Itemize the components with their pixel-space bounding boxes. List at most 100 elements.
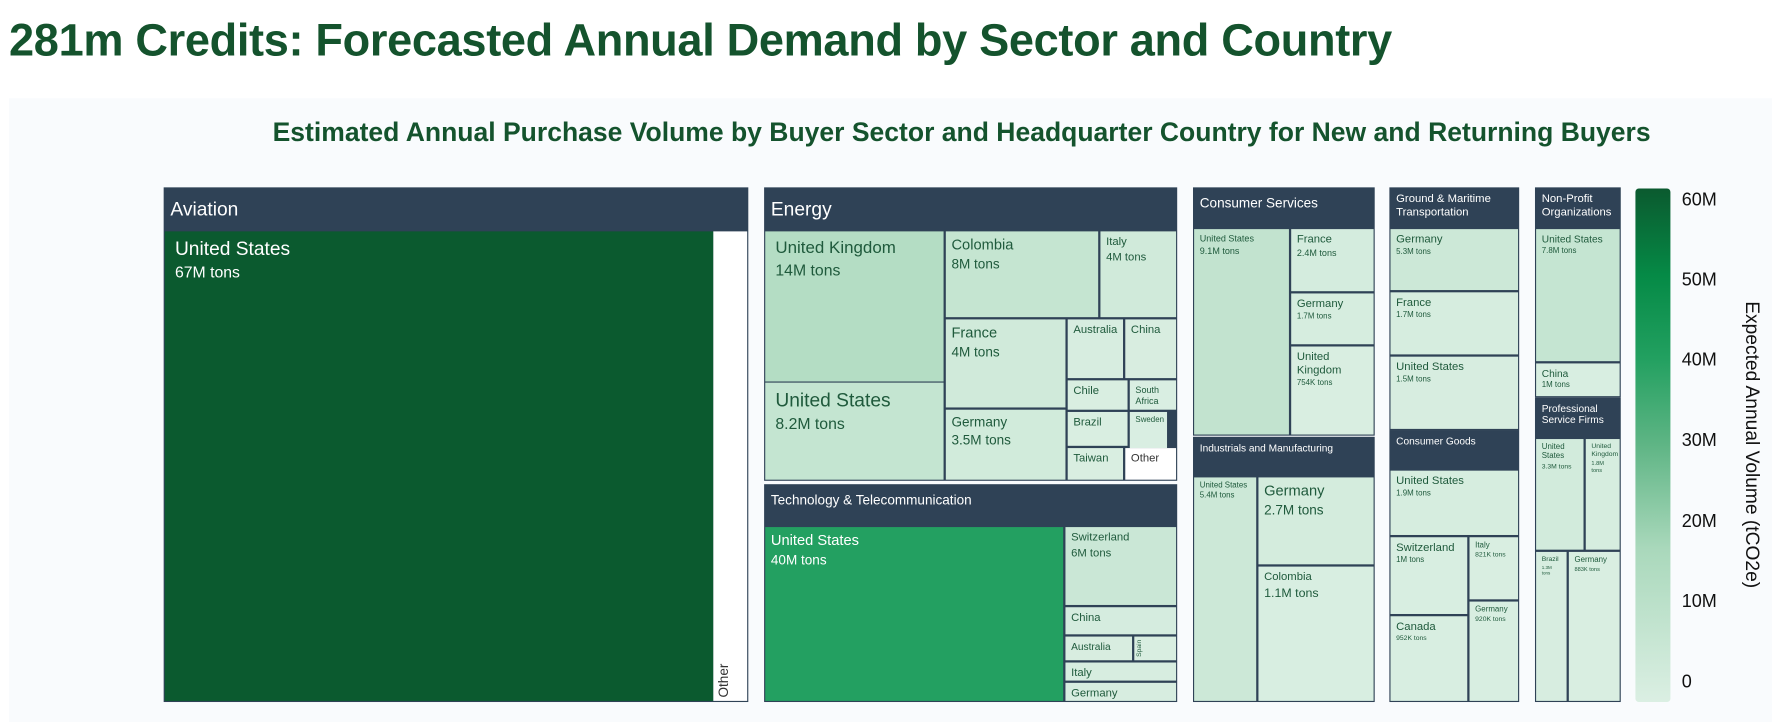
sector-label: Industrials and Manufacturing [1199,442,1334,454]
cell-country: Canada [1396,620,1436,634]
cell-value: 754K tons [1296,379,1333,388]
cell-country: Germany [1296,297,1344,311]
cell-country: Germany [1071,687,1118,700]
cell-united-states[interactable]: United States 1.9M tons [1390,470,1519,535]
cell-value: 1.3M tons [1541,564,1552,576]
cell-other[interactable]: Other [1125,448,1177,480]
cell-value: 2.4M tons [1296,248,1337,259]
cell-germany[interactable]: Germany 3.5M tons [945,409,1066,480]
cell-value: 821K tons [1475,552,1506,560]
sector-label: Consumer Goods [1396,435,1476,447]
cell-value: 3.5M tons [951,432,1011,449]
stage: 281m Credits: Forecasted Annual Demand b… [0,0,1772,722]
cell-germany[interactable]: Germany [1065,682,1177,701]
cell-country: Australia [1071,641,1111,653]
cell-sweden[interactable]: Sweden [1129,411,1168,449]
cell-value: 5.4M tons [1199,492,1235,501]
cell-united-kingdom[interactable]: United Kingdom 754K tons [1291,346,1374,435]
cell-france[interactable]: France 4M tons [945,319,1066,408]
cell-australia[interactable]: Australia [1067,319,1124,379]
cell-switzerland[interactable]: Switzerland 1M tons [1390,537,1468,614]
cell-france[interactable]: France 1.7M tons [1390,292,1519,355]
cell-united-states[interactable]: United States 9.1M tons [1194,229,1289,435]
cell-value: 952K tons [1396,635,1427,643]
cell-united-states[interactable]: United States 1.5M tons [1390,356,1519,429]
cell-country: Germany [1475,606,1508,614]
cell-country: Italy [1475,541,1490,550]
cell-country: Sweden [1135,416,1164,425]
cell-country: Other [1130,452,1160,466]
cell-italy[interactable]: Italy 4M tons [1100,231,1177,318]
cell-country: France [951,323,998,341]
cell-china[interactable]: China [1065,607,1177,635]
cell-colombia[interactable]: Colombia 1.1M tons [1258,566,1374,701]
cell-country: Spain [1136,639,1144,657]
cell-value: 920K tons [1475,616,1506,624]
cell-value: 8M tons [951,255,1000,272]
cell-united-states[interactable]: United States 3.3M tons [1536,439,1584,550]
cell-united-kingdom[interactable]: United Kingdom 14M tons [765,231,944,382]
sector-label: Ground & Maritime Transportation [1396,193,1491,219]
cell-country: Brazil [1073,416,1102,429]
cell-united-states[interactable]: United States 5.4M tons [1194,477,1257,701]
cell-value: 5.3M tons [1396,248,1431,257]
cell-country: Italy [1106,235,1127,249]
cell-value: 3.3M tons [1541,463,1572,471]
cell-france[interactable]: France 2.4M tons [1291,229,1374,292]
cell-italy[interactable]: Italy [1065,662,1177,681]
cell-germany[interactable]: Germany 920K tons [1469,601,1519,701]
cell-country: United States [770,531,859,549]
sector-label: Professional Service Firms [1541,402,1604,426]
cell-australia[interactable]: Australia [1065,636,1133,661]
cell-south-africa[interactable]: South Africa [1129,380,1177,410]
cell-united-states[interactable]: United States 7.8M tons [1536,229,1620,362]
cell-other[interactable]: Other [713,231,748,701]
cell-value: 14M tons [775,260,841,279]
cell-spain[interactable]: Spain [1134,636,1177,661]
cell-taiwan[interactable]: Taiwan [1067,448,1124,480]
cell-value: 9.1M tons [1199,245,1240,256]
chart-title: Estimated Annual Purchase Volume by Buye… [272,117,1651,147]
sector-label: Non-Profit Organizations [1541,193,1612,219]
cell-colombia[interactable]: Colombia 8M tons [945,231,1099,318]
cell-china[interactable]: China 1M tons [1536,363,1620,397]
cell-country: Taiwan [1073,452,1109,466]
cell-country: United Kingdom [775,238,896,258]
cell-united-states[interactable]: United States 8.2M tons [765,382,944,480]
cell-value: 67M tons [174,263,240,282]
cell-country: Italy [1071,667,1092,680]
cell-value: 6M tons [1071,547,1112,560]
cell-value: 1.7M tons [1296,312,1332,321]
cell-united-states[interactable]: United States 67M tons [164,231,714,701]
cell-united-kingdom[interactable]: United Kingdom 1.8M tons [1585,439,1620,550]
cell-value: 4M tons [1106,251,1147,265]
sector-label: Aviation [170,198,239,221]
cell-country: United States [1541,443,1565,461]
cell-germany[interactable]: Germany 5.3M tons [1390,229,1519,291]
cell-country: Chile [1073,384,1100,398]
sector-label: Energy [770,198,832,221]
cell-germany[interactable]: Germany 883K tons [1568,551,1620,701]
cell-value: 1.1M tons [1264,586,1319,601]
cell-country: China [1071,611,1101,625]
cell-italy[interactable]: Italy 821K tons [1469,537,1519,600]
cell-country: United States [1199,481,1248,490]
cell-germany[interactable]: Germany 1.7M tons [1291,293,1374,345]
cell-country: Switzerland [1396,541,1455,555]
cell-brazil[interactable]: Brazil [1067,411,1128,446]
cell-chile[interactable]: Chile [1067,380,1128,410]
cell-country: Other [715,663,732,698]
cell-united-states[interactable]: United States 40M tons [765,527,1064,701]
cell-country: Colombia [1264,571,1312,584]
cell-country: South Africa [1135,384,1160,406]
cell-brazil[interactable]: Brazil 1.3M tons [1536,551,1567,701]
colorbar-tick: 30M [1681,431,1717,451]
cell-germany[interactable]: Germany 2.7M tons [1258,477,1374,565]
cell-value: 1.9M tons [1396,489,1431,498]
cell-country: United States [1199,233,1254,244]
cell-value: 7.8M tons [1541,246,1577,255]
cell-canada[interactable]: Canada 952K tons [1390,616,1468,701]
cell-china[interactable]: China [1125,319,1177,379]
cell-value: 1M tons [1541,381,1570,390]
cell-switzerland[interactable]: Switzerland 6M tons [1065,527,1177,605]
